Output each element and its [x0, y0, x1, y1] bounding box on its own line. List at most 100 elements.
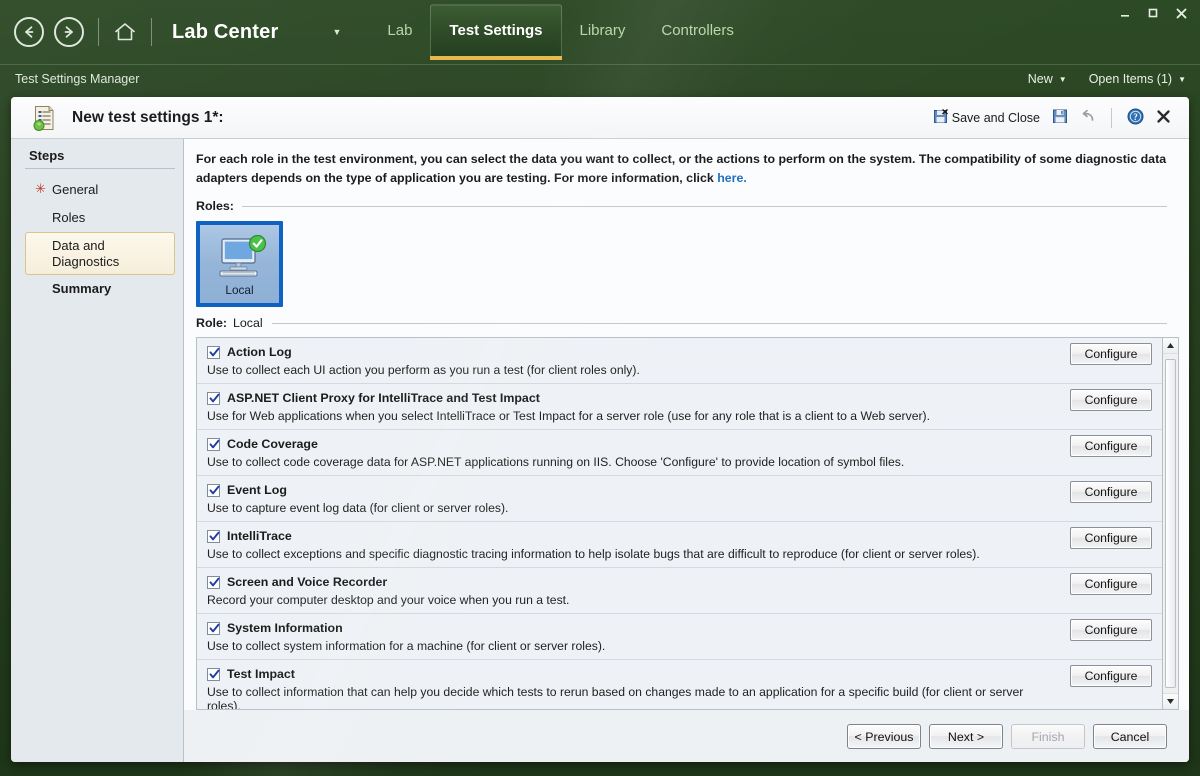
roles-strip: Local — [196, 221, 1189, 308]
adapter-name: IntelliTrace — [227, 529, 292, 544]
adapter-row[interactable]: IntelliTrace Use to collect exceptions a… — [197, 522, 1162, 569]
steps-heading: Steps — [29, 148, 65, 163]
adapters-vertical-scrollbar[interactable] — [1162, 337, 1179, 711]
tab-test-settings[interactable]: Test Settings — [430, 4, 562, 60]
adapter-header: System Information — [207, 621, 1032, 635]
chevron-down-icon: ▼ — [1178, 75, 1186, 84]
adapter-row[interactable]: Screen and Voice Recorder Record your co… — [197, 568, 1162, 615]
sidebar-item-roles[interactable]: Roles — [25, 204, 175, 232]
undo-button[interactable] — [1074, 107, 1102, 128]
intro-here-link[interactable]: here. — [717, 171, 747, 185]
adapter-checkbox[interactable] — [207, 667, 220, 681]
adapter-name: Screen and Voice Recorder — [227, 575, 388, 590]
sub-bar: Test Settings Manager New ▼ Open Items (… — [0, 64, 1200, 93]
new-menu-button[interactable]: New ▼ — [1028, 72, 1067, 86]
save-and-close-label: Save and Close — [951, 110, 1040, 125]
adapter-description: Use to collect code coverage data for AS… — [207, 455, 905, 470]
previous-button[interactable]: < Previous — [847, 724, 921, 750]
next-button[interactable]: Next > — [929, 724, 1003, 750]
forward-arrow-icon[interactable] — [54, 17, 84, 47]
page-title: New test settings 1*: — [72, 108, 224, 126]
sidebar-item-label: Summary — [52, 281, 112, 297]
steps-divider — [25, 168, 175, 169]
save-and-close-button[interactable]: Save and Close — [928, 107, 1046, 129]
configure-button[interactable]: Configure — [1070, 619, 1152, 642]
adapter-description: Use to collect each UI action you perfor… — [207, 363, 640, 378]
global-navigation: Lab Center ▼ Lab Test Settings Library C… — [0, 0, 1200, 64]
adapter-row[interactable]: Code Coverage Use to collect code covera… — [197, 430, 1162, 477]
save-button[interactable] — [1046, 106, 1074, 129]
tab-library[interactable]: Library — [562, 4, 644, 56]
close-editor-button[interactable] — [1150, 107, 1177, 129]
nav-divider-2 — [151, 18, 152, 46]
configure-button[interactable]: Configure — [1070, 343, 1152, 366]
checkmark-icon — [209, 485, 220, 495]
card-header: New test settings 1*: Save and Close ? — [11, 97, 1189, 139]
roles-legend-label: Roles: — [196, 199, 234, 214]
adapter-row[interactable]: System Information Use to collect system… — [197, 614, 1162, 661]
checkmark-icon — [209, 393, 220, 403]
open-items-label: Open Items (1) — [1088, 72, 1173, 86]
scrollbar-thumb[interactable] — [1165, 359, 1176, 689]
roles-legend: Roles: — [196, 199, 1167, 213]
help-icon: ? — [1127, 108, 1144, 128]
scroll-up-icon[interactable] — [1163, 338, 1178, 355]
chevron-down-icon: ▼ — [1058, 75, 1067, 84]
adapter-row[interactable]: Action Log Use to collect each UI action… — [197, 338, 1162, 385]
adapter-checkbox[interactable] — [207, 391, 220, 405]
configure-button[interactable]: Configure — [1070, 665, 1152, 688]
adapter-checkbox[interactable] — [207, 529, 220, 543]
configure-button[interactable]: Configure — [1070, 573, 1152, 596]
finish-button: Finish — [1011, 724, 1085, 750]
adapter-name: Test Impact — [227, 667, 295, 682]
diagnostic-adapters-area: Action Log Use to collect each UI action… — [196, 337, 1179, 711]
back-arrow-icon[interactable] — [14, 17, 44, 47]
adapter-checkbox[interactable] — [207, 575, 220, 589]
configure-button[interactable]: Configure — [1070, 527, 1152, 550]
brand-chevron-down-icon[interactable]: ▼ — [332, 27, 341, 37]
test-settings-editor-card: New test settings 1*: Save and Close ? S… — [11, 97, 1189, 762]
configure-button[interactable]: Configure — [1070, 389, 1152, 412]
help-button[interactable]: ? — [1121, 106, 1150, 130]
svg-text:?: ? — [1133, 112, 1138, 122]
application-window: Lab Center ▼ Lab Test Settings Library C… — [0, 0, 1200, 776]
computer-icon — [212, 235, 268, 288]
configure-button[interactable]: Configure — [1070, 481, 1152, 504]
adapter-checkbox[interactable] — [207, 437, 220, 451]
main-tabs: Lab Test Settings Library Controllers — [369, 0, 752, 64]
tab-controllers[interactable]: Controllers — [643, 4, 752, 56]
adapter-description: Use to collect exceptions and specific d… — [207, 547, 980, 562]
intro-text: For each role in the test environment, y… — [196, 152, 1167, 185]
scroll-down-icon[interactable] — [1163, 693, 1178, 710]
adapter-row[interactable]: Event Log Use to capture event log data … — [197, 476, 1162, 523]
home-icon[interactable] — [113, 21, 137, 43]
tab-lab[interactable]: Lab — [369, 4, 430, 56]
adapter-header: Code Coverage — [207, 437, 1032, 451]
adapter-checkbox[interactable] — [207, 483, 220, 497]
adapter-checkbox[interactable] — [207, 345, 220, 359]
cancel-button[interactable]: Cancel — [1093, 724, 1167, 750]
checkmark-icon — [209, 347, 220, 357]
diagnostic-adapters-list: Action Log Use to collect each UI action… — [196, 337, 1162, 711]
role-tile-local[interactable]: Local — [196, 221, 283, 308]
close-icon — [1156, 109, 1171, 127]
nav-divider-1 — [98, 18, 99, 46]
sidebar-item-data-and-diagnostics[interactable]: Data and Diagnostics — [25, 231, 175, 276]
app-brand-title: Lab Center — [172, 20, 279, 43]
adapter-row[interactable]: ASP.NET Client Proxy for IntelliTrace an… — [197, 384, 1162, 431]
main-content: For each role in the test environment, y… — [184, 139, 1189, 762]
adapter-description: Use to collect information that can help… — [207, 685, 1024, 711]
selected-role-rule — [271, 322, 1167, 324]
sidebar-item-label: General — [52, 182, 99, 197]
adapter-name: Event Log — [227, 483, 287, 498]
open-items-menu-button[interactable]: Open Items (1) ▼ — [1089, 72, 1186, 86]
configure-button[interactable]: Configure — [1070, 435, 1152, 458]
sidebar-item-label: Roles — [52, 209, 86, 225]
sidebar-item-general[interactable]: ✳ General — [25, 176, 175, 204]
sidebar-item-label: Data and Diagnostics — [52, 237, 120, 269]
adapter-checkbox[interactable] — [207, 621, 220, 635]
title-bar: Lab Center ▼ Lab Test Settings Library C… — [0, 0, 1200, 64]
adapter-row[interactable]: Test Impact Use to collect information t… — [197, 660, 1162, 711]
sidebar-item-summary[interactable]: Summary — [25, 275, 175, 303]
adapter-description: Use to capture event log data (for clien… — [207, 501, 509, 516]
